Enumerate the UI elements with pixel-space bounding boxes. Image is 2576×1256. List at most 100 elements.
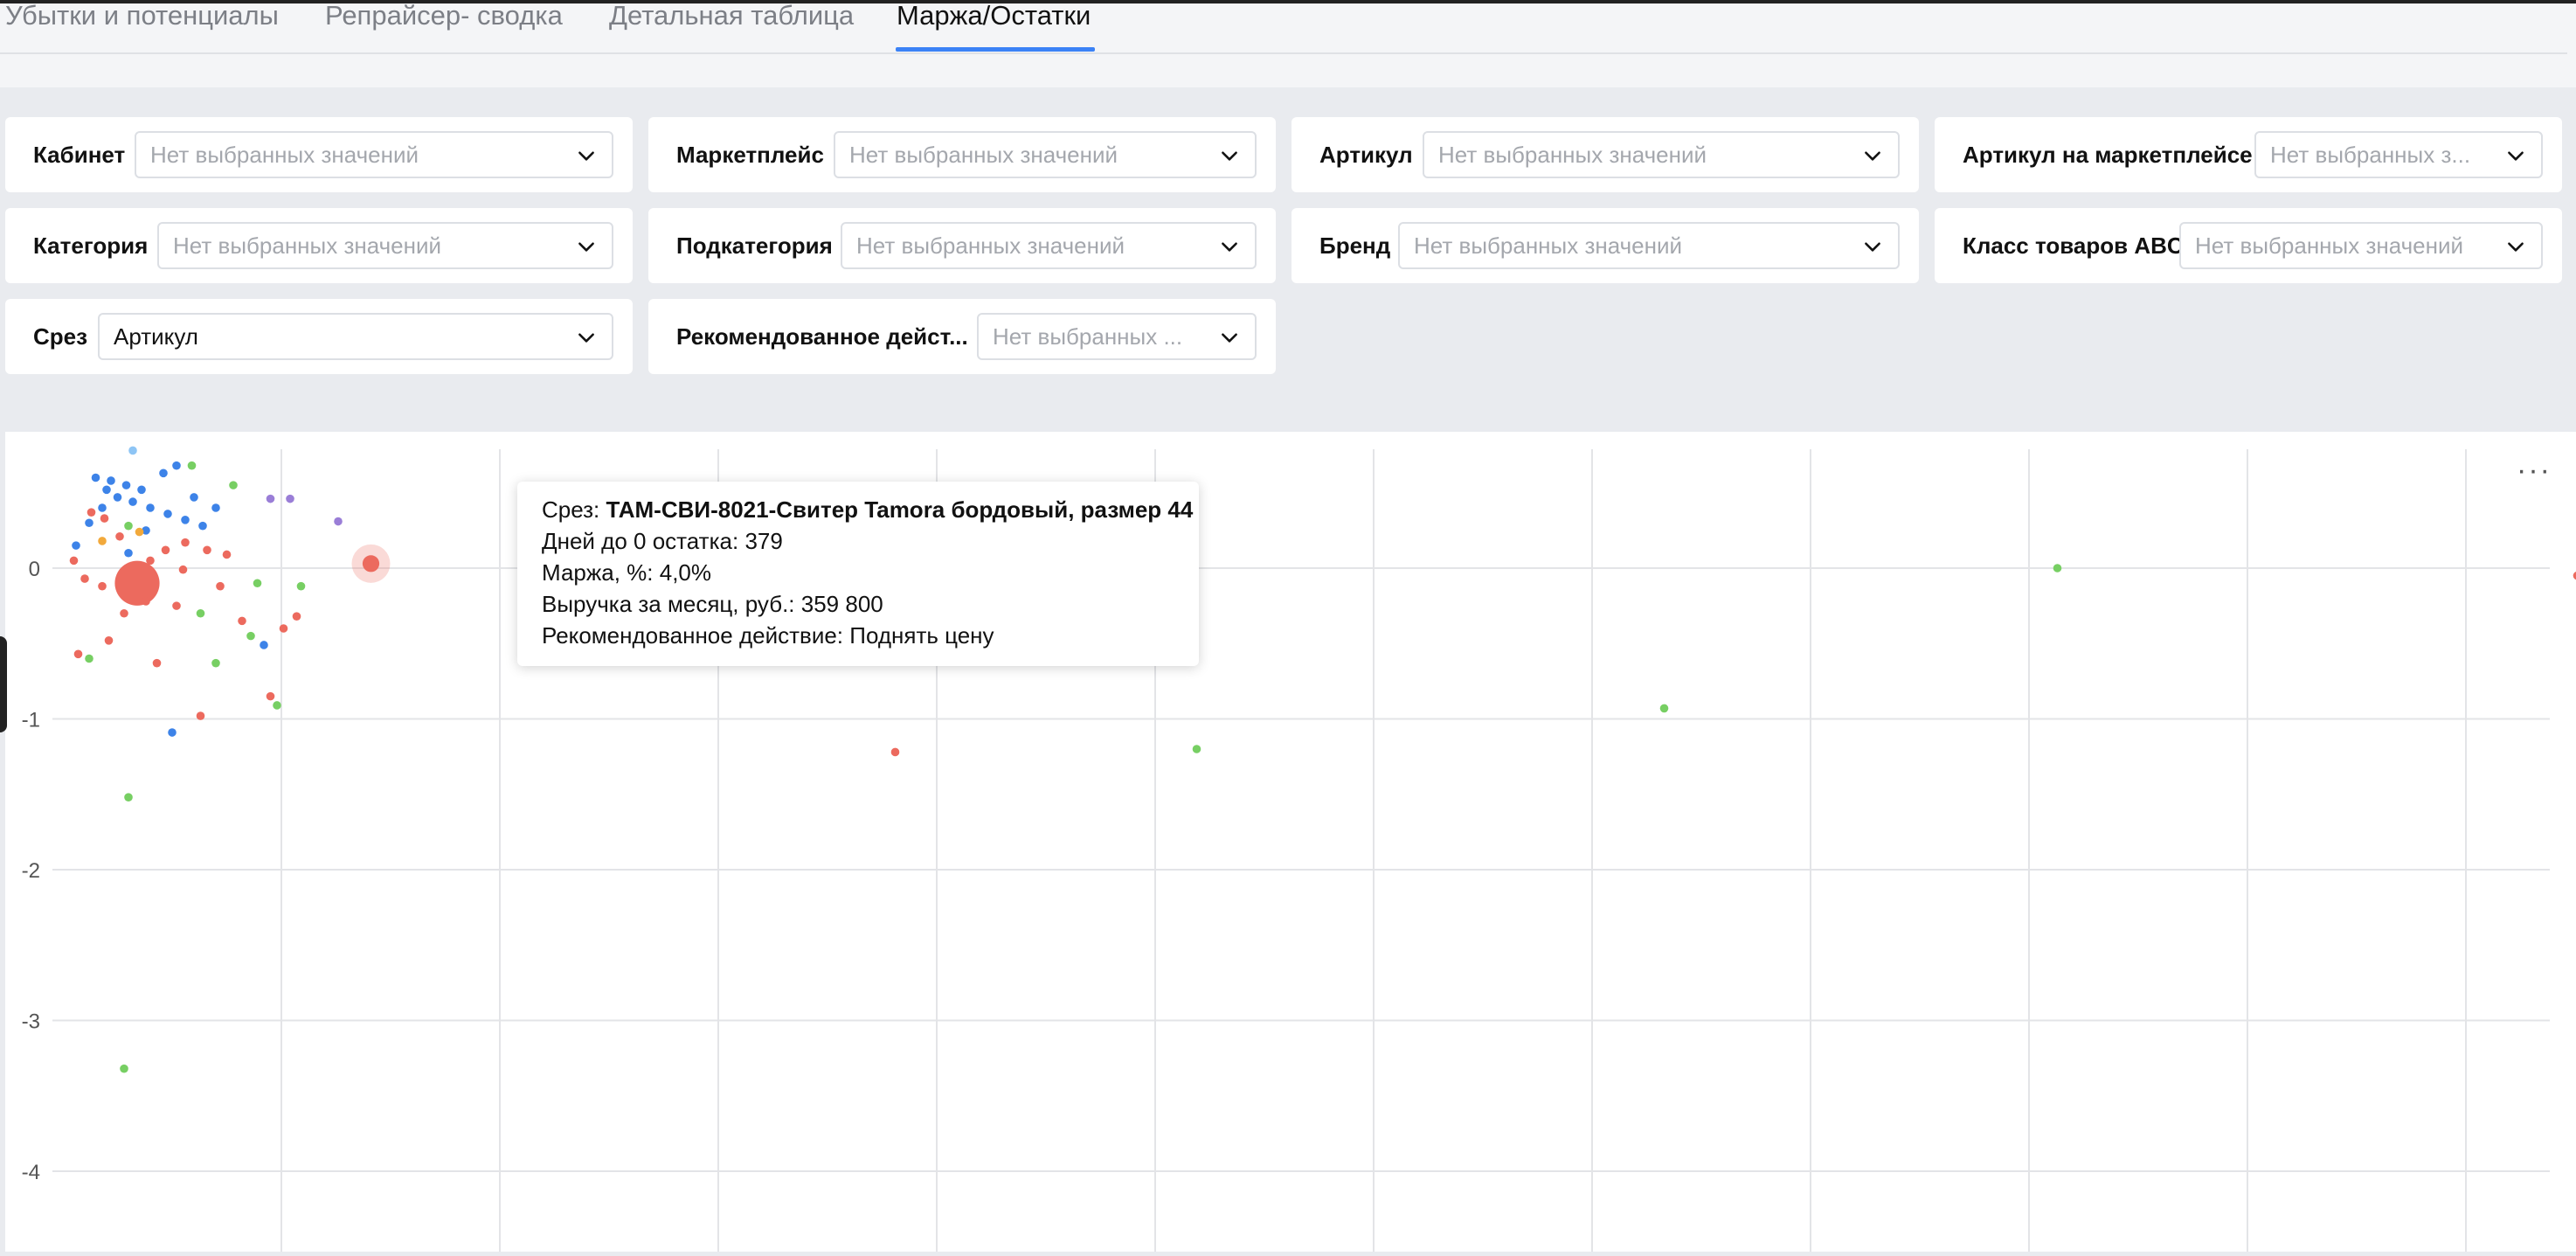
tooltip-margin: Маржа, %: 4,0% [542, 559, 711, 586]
data-point[interactable] [87, 508, 96, 517]
tab-margin-stock[interactable]: Маржа/Остатки [897, 2, 1091, 38]
y-tick-label: -1 [22, 709, 40, 732]
data-point[interactable] [216, 581, 225, 591]
tab-divider [0, 52, 2567, 54]
filter-label: Подкатегория [676, 232, 833, 259]
data-point[interactable] [266, 494, 275, 503]
data-point[interactable] [203, 545, 211, 555]
select-value: Нет выбранных з... [2270, 142, 2471, 168]
data-point[interactable] [266, 691, 275, 701]
data-point[interactable] [114, 560, 160, 606]
select-value: Нет выбранных значений [1438, 142, 1707, 168]
tab-detail-table[interactable]: Детальная таблица [609, 2, 854, 38]
data-point[interactable] [128, 497, 137, 506]
recommended-action-select[interactable]: Нет выбранных ... [977, 313, 1257, 360]
data-point[interactable] [181, 516, 190, 524]
data-point[interactable] [146, 503, 155, 512]
data-point[interactable] [296, 581, 306, 591]
mp-article-select[interactable]: Нет выбранных з... [2254, 131, 2543, 178]
data-point[interactable] [107, 476, 115, 485]
data-point[interactable] [124, 793, 133, 801]
data-point[interactable] [98, 503, 107, 512]
filter-recommended-action: Рекомендованное дейст... Нет выбранных .… [648, 299, 1276, 374]
data-point[interactable] [124, 521, 133, 531]
article-select[interactable]: Нет выбранных значений [1423, 131, 1900, 178]
data-point[interactable] [198, 521, 207, 531]
data-point[interactable] [222, 550, 232, 559]
data-point[interactable] [135, 527, 144, 537]
data-point[interactable] [238, 616, 246, 626]
data-point[interactable] [152, 658, 162, 668]
chevron-down-icon [578, 151, 594, 161]
brand-select[interactable]: Нет выбранных значений [1398, 222, 1900, 269]
data-point[interactable] [102, 485, 111, 495]
data-point[interactable] [260, 641, 268, 649]
data-point[interactable] [100, 514, 109, 523]
data-point[interactable] [104, 636, 114, 645]
data-point[interactable] [890, 747, 900, 757]
filter-cabinet: Кабинет Нет выбранных значений [5, 117, 633, 192]
data-point[interactable] [196, 711, 205, 720]
data-point[interactable] [80, 574, 89, 583]
abc-class-select[interactable]: Нет выбранных значений [2179, 222, 2543, 269]
data-point[interactable] [137, 485, 146, 495]
data-point[interactable] [142, 597, 150, 606]
chevron-down-icon [1865, 242, 1880, 252]
tab-repricer-summary[interactable]: Репрайсер- сводка [325, 2, 563, 38]
data-point[interactable] [113, 493, 122, 502]
data-point[interactable] [211, 503, 220, 512]
data-point[interactable] [128, 446, 137, 455]
highlighted-data-point[interactable] [362, 555, 380, 572]
data-point[interactable] [2053, 564, 2062, 572]
data-point[interactable] [146, 556, 155, 566]
data-point[interactable] [159, 468, 168, 478]
category-select[interactable]: Нет выбранных значений [157, 222, 613, 269]
data-point[interactable] [73, 649, 83, 659]
data-point[interactable] [246, 631, 255, 641]
data-point[interactable] [98, 581, 107, 591]
data-point[interactable] [168, 728, 177, 737]
data-point[interactable] [69, 556, 79, 566]
data-point[interactable] [124, 548, 133, 558]
data-point[interactable] [253, 579, 262, 588]
filter-label: Класс товаров ABC [1963, 232, 2184, 259]
data-point[interactable] [190, 493, 198, 502]
cabinet-select[interactable]: Нет выбранных значений [135, 131, 613, 178]
data-point[interactable] [1659, 704, 1669, 713]
data-point[interactable] [196, 608, 205, 618]
data-point[interactable] [172, 461, 181, 470]
data-point[interactable] [1192, 745, 1201, 753]
data-point[interactable] [72, 541, 80, 550]
filter-label: Категория [33, 232, 149, 259]
data-point[interactable] [334, 517, 343, 526]
data-point[interactable] [120, 1064, 128, 1073]
data-point[interactable] [161, 545, 170, 555]
side-panel-handle[interactable] [0, 636, 7, 732]
data-point[interactable] [163, 510, 172, 518]
slice-select[interactable]: Артикул [98, 313, 613, 360]
data-point[interactable] [121, 481, 131, 489]
more-horizontal-icon[interactable]: ··· [2517, 455, 2552, 485]
filter-label: Срез [33, 323, 88, 350]
data-point[interactable] [98, 537, 107, 545]
data-point[interactable] [229, 481, 238, 489]
data-point[interactable] [181, 538, 190, 547]
data-point[interactable] [292, 612, 301, 621]
data-point[interactable] [279, 624, 288, 633]
data-point[interactable] [85, 654, 93, 663]
data-point[interactable] [115, 531, 124, 541]
data-point[interactable] [172, 601, 181, 610]
subcategory-select[interactable]: Нет выбранных значений [841, 222, 1257, 269]
data-point[interactable] [211, 658, 220, 668]
tab-losses[interactable]: Убытки и потенциалы [5, 2, 279, 38]
data-point[interactable] [286, 494, 294, 503]
data-point[interactable] [187, 461, 197, 470]
data-point[interactable] [85, 518, 93, 528]
marketplace-select[interactable]: Нет выбранных значений [834, 131, 1257, 178]
data-point[interactable] [91, 473, 100, 482]
tooltip-action: Рекомендованное действие: Поднять цену [542, 622, 994, 649]
filters-panel: Кабинет Нет выбранных значений Маркетпле… [0, 87, 2576, 404]
data-point[interactable] [273, 701, 281, 710]
data-point[interactable] [178, 565, 188, 574]
data-point[interactable] [120, 608, 128, 618]
